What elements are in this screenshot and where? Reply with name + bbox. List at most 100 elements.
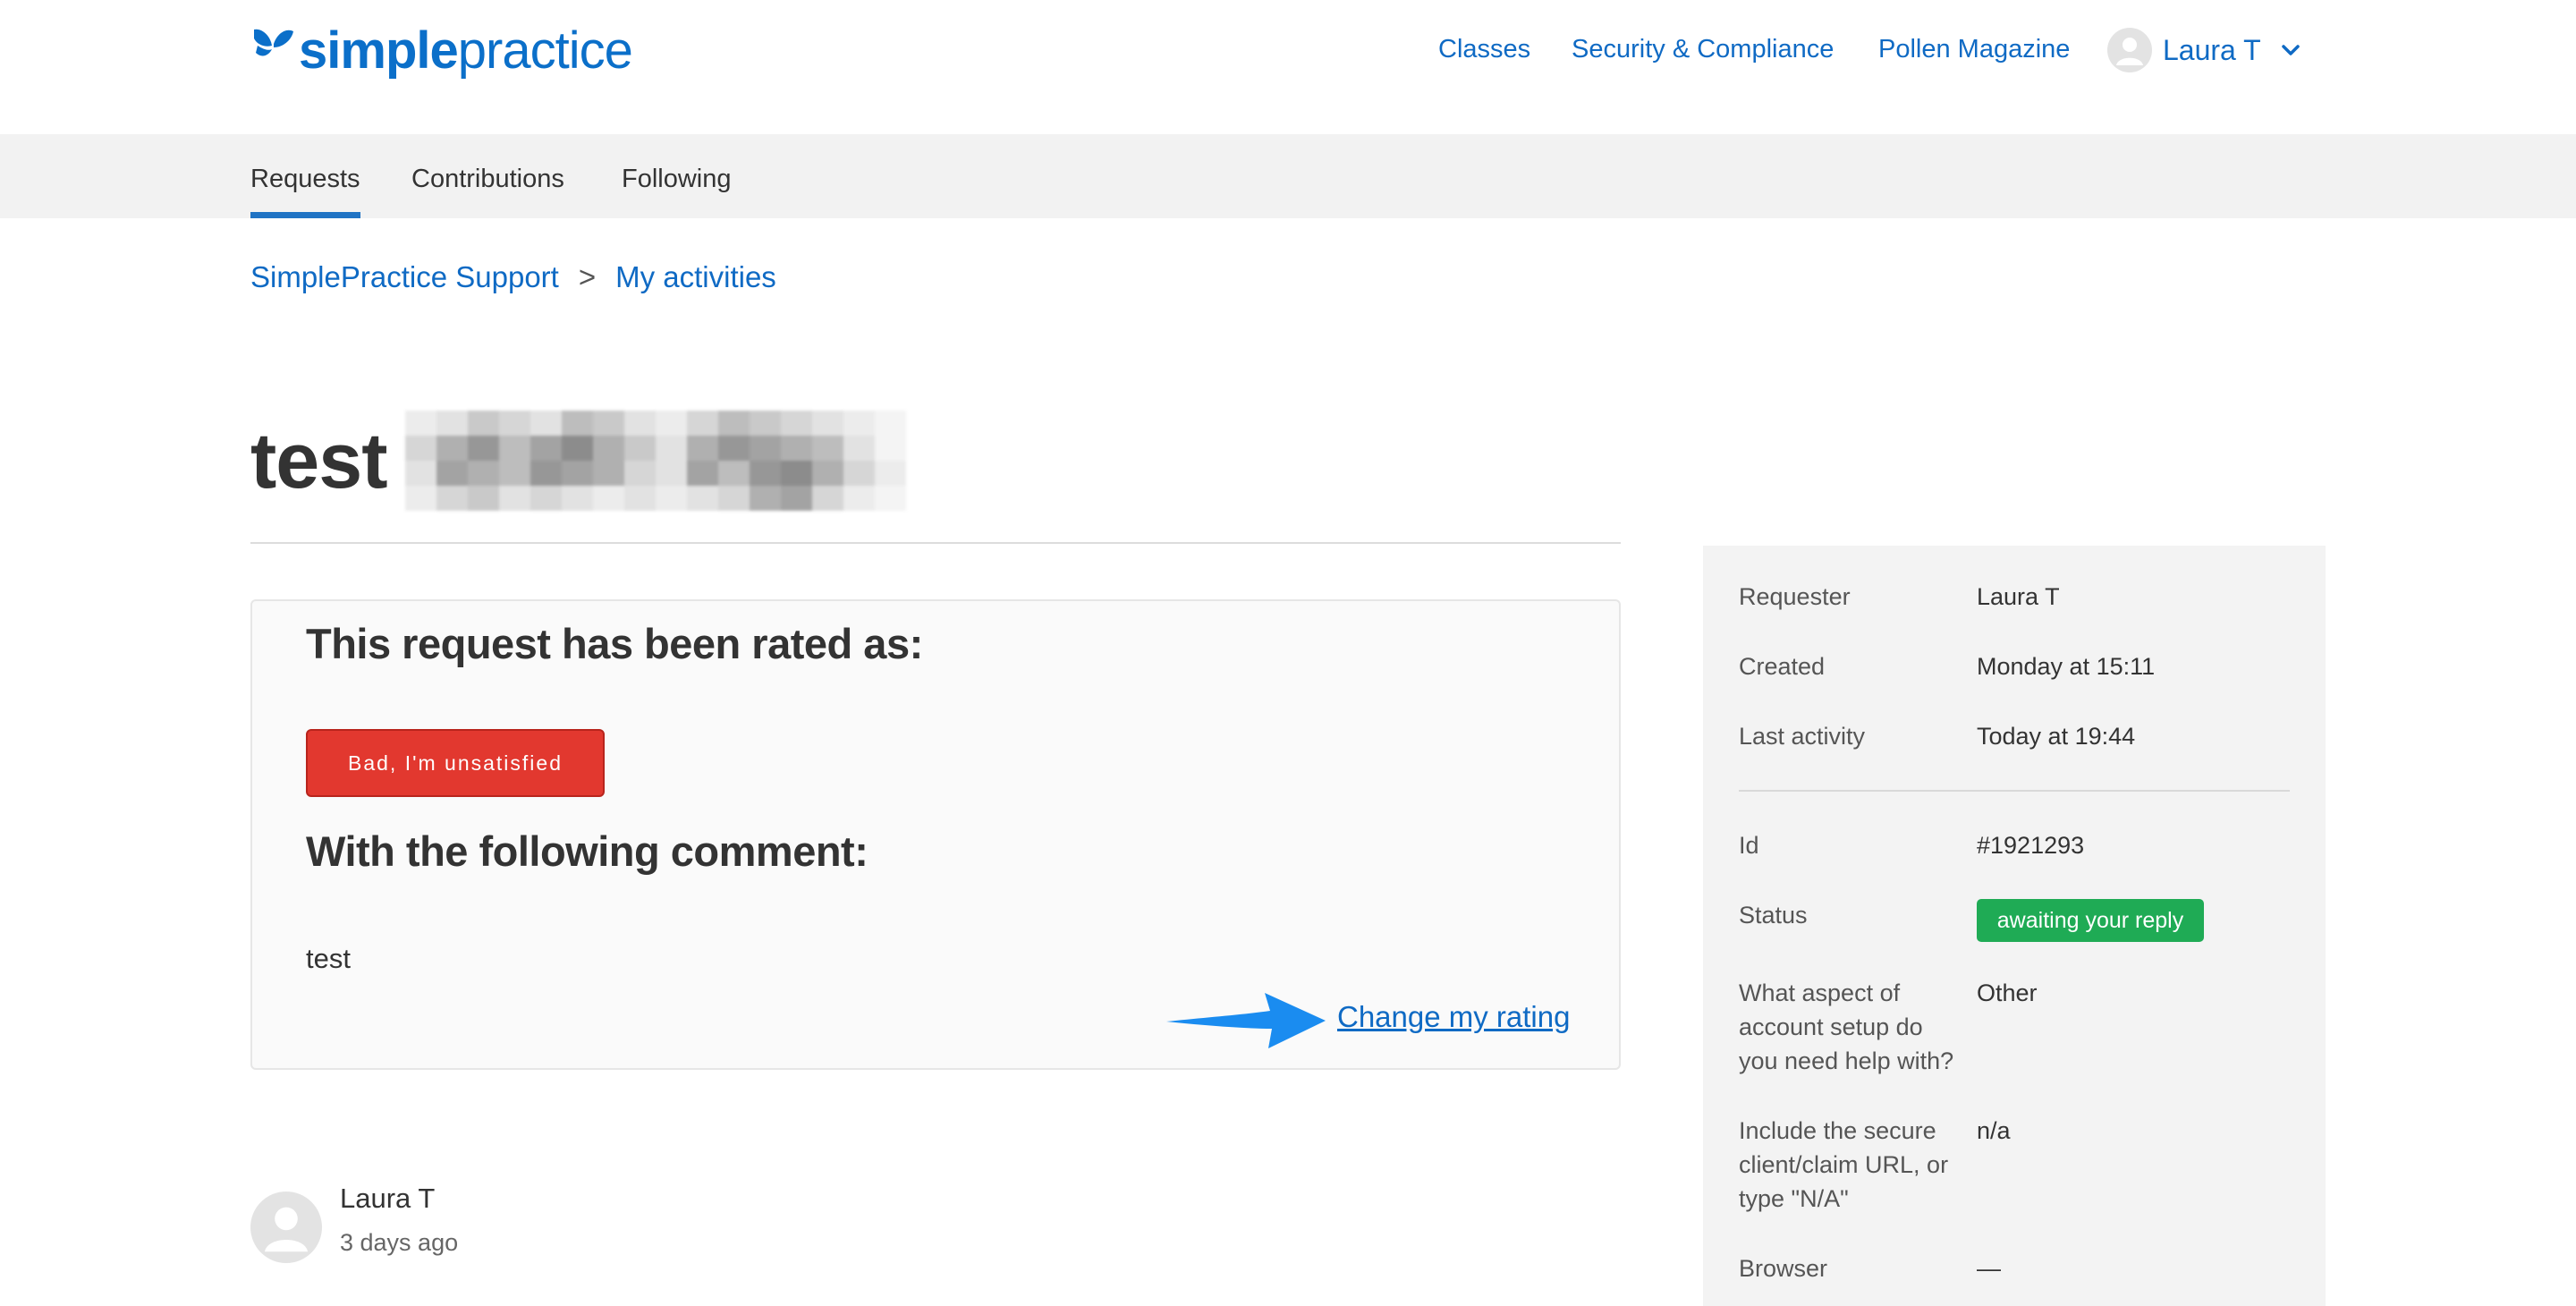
last-activity-value: Today at 19:44 — [1977, 723, 2136, 750]
last-activity-label: Last activity — [1739, 723, 1866, 750]
tab-requests[interactable]: Requests — [250, 134, 360, 218]
logo-practice-text: practice — [457, 21, 633, 80]
redaction-pixel — [843, 411, 875, 436]
redacted-title-block — [404, 411, 906, 511]
redaction-pixel — [592, 461, 624, 486]
redaction-pixel — [749, 461, 781, 486]
site-header: simplepractice Classes Security & Compli… — [0, 0, 2576, 134]
comment-author-avatar — [250, 1192, 322, 1263]
page-title: test — [250, 407, 906, 514]
nav-classes-link[interactable]: Classes — [1438, 35, 1530, 64]
tab-contributions[interactable]: Contributions — [411, 134, 564, 218]
sidebar-divider — [1739, 790, 2290, 792]
redaction-pixel — [717, 436, 750, 461]
redaction-pixel — [811, 436, 843, 461]
redaction-pixel — [436, 411, 468, 436]
nav-security: Security & Compliance — [1572, 27, 1834, 72]
redaction-pixel — [811, 461, 843, 486]
redaction-pixel — [498, 411, 530, 436]
simplepractice-logo[interactable]: simplepractice — [250, 20, 633, 82]
url-label: Include the secure client/claim URL, or … — [1739, 1117, 1949, 1212]
user-silhouette-icon — [2116, 38, 2143, 65]
redaction-pixel — [811, 411, 843, 436]
redaction-pixel — [655, 411, 687, 436]
logo-simple-text: simple — [299, 21, 459, 80]
status-label: Status — [1739, 902, 1808, 929]
redaction-pixel — [843, 486, 875, 511]
change-rating-link[interactable]: Change my rating — [1337, 1000, 1570, 1034]
id-label: Id — [1739, 832, 1759, 859]
redaction-pixel — [749, 436, 781, 461]
nav-pollen-link[interactable]: Pollen Magazine — [1878, 35, 2070, 64]
butterfly-logo-icon — [254, 29, 293, 56]
user-menu[interactable]: Laura T — [2107, 27, 2301, 73]
redaction-pixel — [686, 486, 718, 511]
redaction-pixel — [655, 486, 687, 511]
comment-timestamp: 3 days ago — [340, 1229, 459, 1256]
redaction-pixel — [436, 461, 468, 486]
user-avatar — [2107, 28, 2152, 72]
redaction-pixel — [874, 486, 906, 511]
redaction-pixel — [530, 436, 562, 461]
redaction-pixel — [467, 411, 499, 436]
redaction-pixel — [780, 461, 812, 486]
redaction-pixel — [623, 486, 656, 511]
redaction-pixel — [717, 411, 750, 436]
user-name: Laura T — [2163, 33, 2261, 66]
requester-label: Requester — [1739, 583, 1851, 610]
rating-comment-text: test — [306, 943, 351, 974]
id-value: #1921293 — [1977, 832, 2085, 859]
url-value: n/a — [1977, 1117, 2011, 1144]
redaction-pixel — [655, 436, 687, 461]
breadcrumb-support-link[interactable]: SimplePractice Support — [250, 260, 559, 294]
redaction-pixel — [592, 411, 624, 436]
user-silhouette-icon — [265, 1207, 308, 1252]
nav-security-link[interactable]: Security & Compliance — [1572, 35, 1834, 64]
request-details-sidebar: Requester Laura T Created Monday at 15:1… — [1703, 546, 2326, 1306]
redaction-pixel — [498, 436, 530, 461]
breadcrumb-activities-link[interactable]: My activities — [615, 260, 776, 294]
request-title: test — [250, 416, 387, 505]
redaction-pixel — [623, 411, 656, 436]
redaction-pixel — [561, 436, 593, 461]
satisfaction-rating-card: This request has been rated as: Bad, I'm… — [250, 599, 1621, 1070]
created-label: Created — [1739, 653, 1826, 680]
aspect-label: What aspect of account setup do you need… — [1739, 980, 1954, 1074]
breadcrumb: SimplePractice Support > My activities — [250, 258, 776, 297]
created-value: Monday at 15:11 — [1977, 653, 2156, 680]
redaction-pixel — [436, 436, 468, 461]
redaction-pixel — [467, 461, 499, 486]
redaction-pixel — [530, 486, 562, 511]
redaction-pixel — [874, 411, 906, 436]
redaction-pixel — [780, 411, 812, 436]
redaction-pixel — [780, 436, 812, 461]
redaction-pixel — [811, 486, 843, 511]
redaction-pixel — [404, 486, 436, 511]
redaction-pixel — [404, 411, 436, 436]
browser-label: Browser — [1739, 1255, 1828, 1282]
tab-following[interactable]: Following — [622, 134, 732, 218]
redaction-pixel — [561, 411, 593, 436]
redaction-pixel — [436, 486, 468, 511]
redaction-pixel — [749, 411, 781, 436]
rated-heading: This request has been rated as: — [306, 620, 923, 667]
browser-value: — — [1977, 1255, 2001, 1282]
redaction-pixel — [874, 436, 906, 461]
arrow-pointer-icon — [1166, 993, 1326, 1048]
redaction-pixel — [404, 461, 436, 486]
redaction-pixel — [717, 461, 750, 486]
redaction-pixel — [874, 461, 906, 486]
nav-classes: Classes — [1438, 27, 1530, 72]
redaction-pixel — [498, 461, 530, 486]
requester-value: Laura T — [1977, 583, 2060, 610]
redaction-pixel — [561, 486, 593, 511]
redaction-pixel — [749, 486, 781, 511]
title-divider — [250, 542, 1621, 544]
aspect-value: Other — [1977, 980, 2038, 1006]
status-badge: awaiting your reply — [1977, 899, 2204, 942]
redaction-pixel — [843, 461, 875, 486]
comment-heading: With the following comment: — [306, 827, 869, 875]
redaction-pixel — [530, 461, 562, 486]
redaction-pixel — [686, 411, 718, 436]
redaction-pixel — [843, 436, 875, 461]
